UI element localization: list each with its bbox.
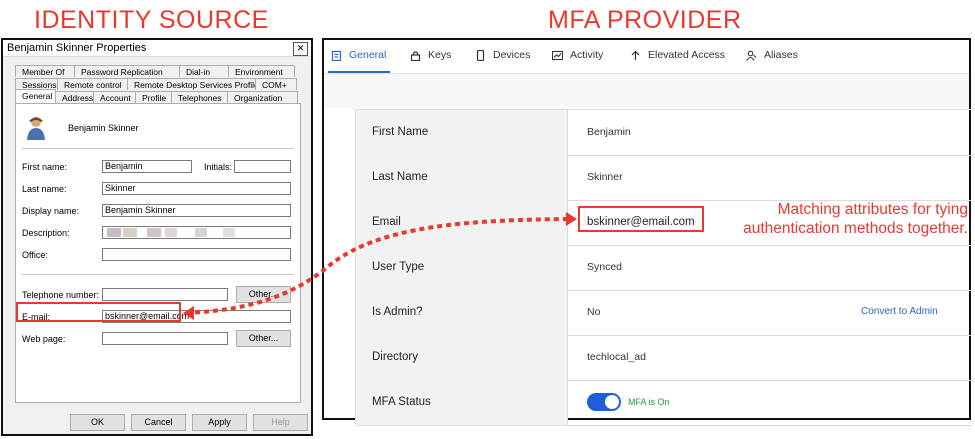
annotation-text: Matching attributes for tying authentica… <box>706 200 968 238</box>
annotation-line-2: authentication methods together. <box>743 220 968 237</box>
annotation-line-1: Matching attributes for tying <box>777 201 968 218</box>
